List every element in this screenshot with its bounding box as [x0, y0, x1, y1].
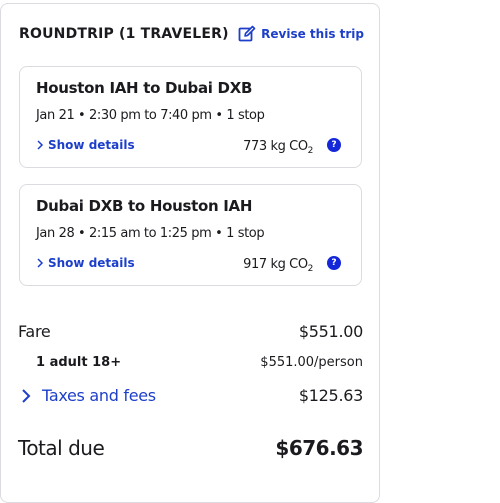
fare-label: Fare — [18, 322, 51, 341]
show-details-label: Show details — [48, 256, 135, 270]
revise-trip-label: Revise this trip — [261, 27, 364, 41]
trip-type-title: ROUNDTRIP (1 TRAVELER) — [19, 26, 229, 42]
co2-emissions: 773 kg CO2 — [243, 139, 313, 156]
chevron-right-icon — [37, 258, 44, 268]
fare-value: $551.00 — [298, 322, 363, 341]
adult-price: $551.00/person — [260, 355, 363, 370]
flight-route: Houston IAH to Dubai DXB — [36, 79, 253, 97]
flight-schedule: Jan 28 • 2:15 am to 1:25 pm • 1 stop — [36, 226, 265, 241]
co2-value: 917 kg CO — [243, 257, 308, 272]
adult-label: 1 adult 18+ — [36, 355, 122, 370]
co2-value: 773 kg CO — [243, 139, 308, 154]
revise-trip-link[interactable]: Revise this trip — [238, 25, 364, 43]
flight-card-return: Dubai DXB to Houston IAH Jan 28 • 2:15 a… — [19, 184, 362, 286]
show-details-link[interactable]: Show details — [36, 138, 135, 152]
flight-schedule: Jan 21 • 2:30 pm to 7:40 pm • 1 stop — [36, 108, 265, 123]
edit-icon — [238, 25, 256, 42]
co2-emissions: 917 kg CO2 — [243, 257, 313, 274]
total-value: $676.63 — [275, 436, 363, 460]
taxes-label: Taxes and fees — [42, 386, 156, 405]
help-icon[interactable]: ? — [327, 138, 341, 152]
flight-card-outbound: Houston IAH to Dubai DXB Jan 21 • 2:30 p… — [19, 66, 362, 168]
chevron-right-icon — [37, 140, 44, 150]
chevron-right-icon — [22, 388, 31, 403]
show-details-link[interactable]: Show details — [36, 256, 135, 270]
show-details-label: Show details — [48, 138, 135, 152]
co2-subscript: 2 — [307, 146, 314, 156]
co2-subscript: 2 — [307, 264, 314, 274]
flight-route: Dubai DXB to Houston IAH — [36, 197, 253, 215]
taxes-toggle[interactable]: Taxes and fees — [18, 386, 156, 405]
help-icon[interactable]: ? — [327, 256, 341, 270]
total-label: Total due — [18, 436, 105, 460]
trip-header: ROUNDTRIP (1 TRAVELER) Revise this trip — [19, 25, 364, 46]
taxes-value: $125.63 — [298, 386, 363, 405]
